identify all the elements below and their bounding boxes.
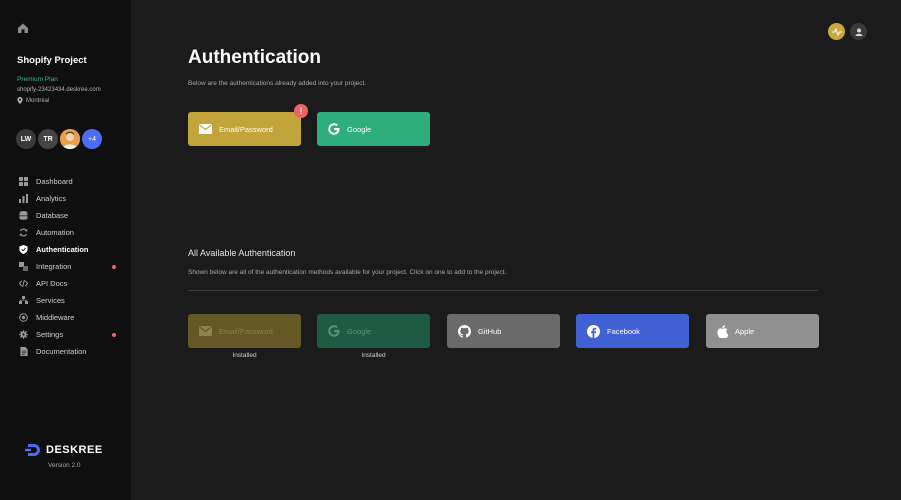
project-title: Shopify Project: [17, 55, 87, 66]
auth-label: Facebook: [607, 326, 640, 336]
available-email-password-button[interactable]: Email/Password: [188, 314, 301, 348]
refresh-icon: [19, 228, 28, 237]
page-subtitle: Below are the authentications already ad…: [188, 80, 367, 87]
auth-label: Google: [347, 326, 372, 336]
auth-label: Email/Password: [219, 124, 273, 134]
section-divider: [188, 290, 818, 291]
sidebar-nav: Dashboard Analytics Database Automation …: [19, 173, 119, 360]
deskree-logo-icon: [25, 444, 40, 456]
document-icon: [19, 347, 28, 356]
auth-label: Google: [347, 124, 372, 134]
installed-status: Installed: [232, 352, 257, 359]
sidebar-item-documentation[interactable]: Documentation: [19, 343, 119, 360]
apple-icon: [717, 324, 728, 338]
auth-label: Apple: [735, 326, 755, 336]
avatar-initials: TR: [43, 135, 53, 143]
available-facebook-button[interactable]: Facebook: [576, 314, 689, 348]
sidebar-item-label: Middleware: [36, 313, 75, 322]
sidebar-item-label: Settings: [36, 330, 64, 339]
added-google-button[interactable]: Google: [317, 112, 430, 146]
sidebar-item-authentication[interactable]: Authentication: [19, 241, 119, 258]
more-members-count: +4: [88, 135, 96, 143]
available-section-subtitle: Shown below are all of the authenticatio…: [188, 269, 507, 276]
activity-icon: [831, 27, 842, 36]
home-icon[interactable]: [17, 22, 29, 34]
added-email-password-button[interactable]: Email/Password !: [188, 104, 308, 146]
more-members-button[interactable]: +4: [82, 129, 102, 149]
project-location: Montréal: [17, 97, 49, 104]
plan-label: Premium Plan: [17, 76, 58, 83]
sidebar-item-label: Dashboard: [36, 177, 73, 186]
activity-button[interactable]: [828, 23, 845, 40]
sidebar-item-dashboard[interactable]: Dashboard: [19, 173, 119, 190]
available-section-title: All Available Authentication: [188, 248, 296, 258]
facebook-icon: [587, 324, 600, 338]
target-icon: [19, 313, 28, 322]
sidebar-item-label: Database: [36, 211, 69, 220]
sidebar-item-api-docs[interactable]: API Docs: [19, 275, 119, 292]
auth-label: GitHub: [478, 326, 502, 336]
auth-label: Email/Password: [219, 326, 273, 336]
sidebar-item-database[interactable]: Database: [19, 207, 119, 224]
grid-icon: [19, 177, 28, 186]
page-title: Authentication: [188, 47, 321, 68]
avatar[interactable]: TR: [38, 129, 58, 149]
shield-icon: [19, 245, 28, 254]
sidebar-item-middleware[interactable]: Middleware: [19, 309, 119, 326]
brand-name: DESKREE: [46, 444, 103, 456]
database-icon: [19, 211, 28, 220]
installed-status: Installed: [361, 352, 386, 359]
sidebar-item-label: Analytics: [36, 194, 67, 203]
notification-dot: [112, 265, 116, 269]
person-photo-icon: [60, 129, 80, 149]
version-label: Version 2.0: [48, 462, 81, 469]
sidebar-item-services[interactable]: Services: [19, 292, 119, 309]
sidebar-item-analytics[interactable]: Analytics: [19, 190, 119, 207]
location-pin-icon: [17, 97, 23, 104]
available-google-button[interactable]: Google: [317, 314, 430, 348]
sidebar-item-settings[interactable]: Settings: [19, 326, 119, 343]
bar-chart-icon: [19, 194, 28, 203]
avatar-initials: LW: [20, 135, 32, 143]
services-icon: [19, 296, 28, 305]
team-avatars: LW TR +4: [16, 129, 104, 149]
project-domain: shopify-23423434.deskree.com: [17, 87, 101, 93]
sidebar: Shopify Project Premium Plan shopify-234…: [0, 0, 131, 500]
sidebar-item-label: Documentation: [36, 347, 87, 356]
google-icon: [328, 123, 340, 135]
sidebar-item-label: Integration: [36, 262, 72, 271]
avatar[interactable]: LW: [16, 129, 36, 149]
available-github-button[interactable]: GitHub: [447, 314, 560, 348]
location-text: Montréal: [26, 97, 50, 104]
notification-dot: [112, 333, 116, 337]
alert-badge: !: [294, 104, 308, 118]
gear-icon: [19, 330, 28, 339]
user-icon: [855, 28, 862, 36]
top-toolbar: [828, 23, 867, 40]
sidebar-item-automation[interactable]: Automation: [19, 224, 119, 241]
sidebar-item-label: Automation: [36, 228, 74, 237]
sidebar-item-integration[interactable]: Integration: [19, 258, 119, 275]
mail-icon: [199, 326, 212, 336]
code-icon: [19, 279, 28, 288]
sidebar-item-label: Authentication: [36, 245, 89, 254]
avatar-photo[interactable]: [60, 129, 80, 149]
sidebar-item-label: Services: [36, 296, 65, 305]
available-apple-button[interactable]: Apple: [706, 314, 819, 348]
github-icon: [458, 324, 471, 338]
brand-logo: DESKREE: [25, 443, 103, 457]
sidebar-item-label: API Docs: [36, 279, 68, 288]
puzzle-icon: [19, 262, 28, 271]
google-icon: [328, 325, 340, 337]
user-menu-button[interactable]: [850, 23, 867, 40]
mail-icon: [199, 124, 212, 134]
